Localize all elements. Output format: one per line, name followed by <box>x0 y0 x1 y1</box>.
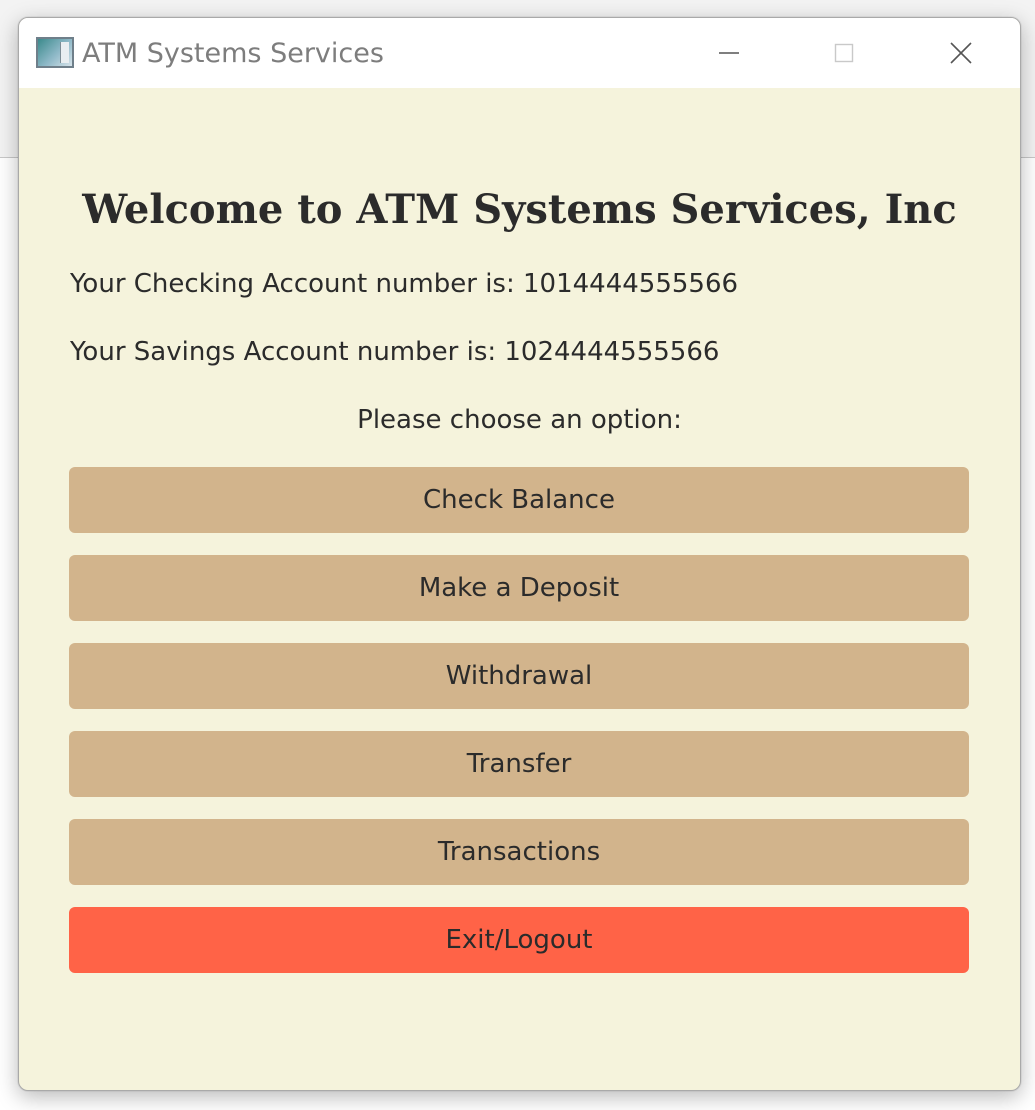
maximize-button[interactable] <box>814 28 874 78</box>
close-button[interactable] <box>931 28 991 78</box>
make-deposit-button[interactable]: Make a Deposit <box>69 555 969 621</box>
title-bar[interactable]: ATM Systems Services <box>19 18 1020 88</box>
maximize-icon <box>834 43 854 63</box>
minimize-button[interactable] <box>699 28 759 78</box>
minimize-icon <box>719 52 739 54</box>
main-panel: Welcome to ATM Systems Services, Inc You… <box>19 88 1020 1090</box>
exit-logout-button[interactable]: Exit/Logout <box>69 907 969 973</box>
atm-app-icon <box>36 37 74 68</box>
transactions-button[interactable]: Transactions <box>69 819 969 885</box>
window-title: ATM Systems Services <box>82 38 384 69</box>
atm-window: ATM Systems Services Welcome to ATM Syst… <box>18 17 1021 1091</box>
withdrawal-button[interactable]: Withdrawal <box>69 643 969 709</box>
welcome-heading: Welcome to ATM Systems Services, Inc <box>82 186 957 233</box>
transfer-button[interactable]: Transfer <box>69 731 969 797</box>
check-balance-button[interactable]: Check Balance <box>69 467 969 533</box>
close-icon <box>950 42 972 64</box>
savings-account-text: Your Savings Account number is: 10244445… <box>70 337 720 367</box>
checking-account-text: Your Checking Account number is: 1014444… <box>70 269 739 299</box>
option-prompt: Please choose an option: <box>357 405 682 435</box>
